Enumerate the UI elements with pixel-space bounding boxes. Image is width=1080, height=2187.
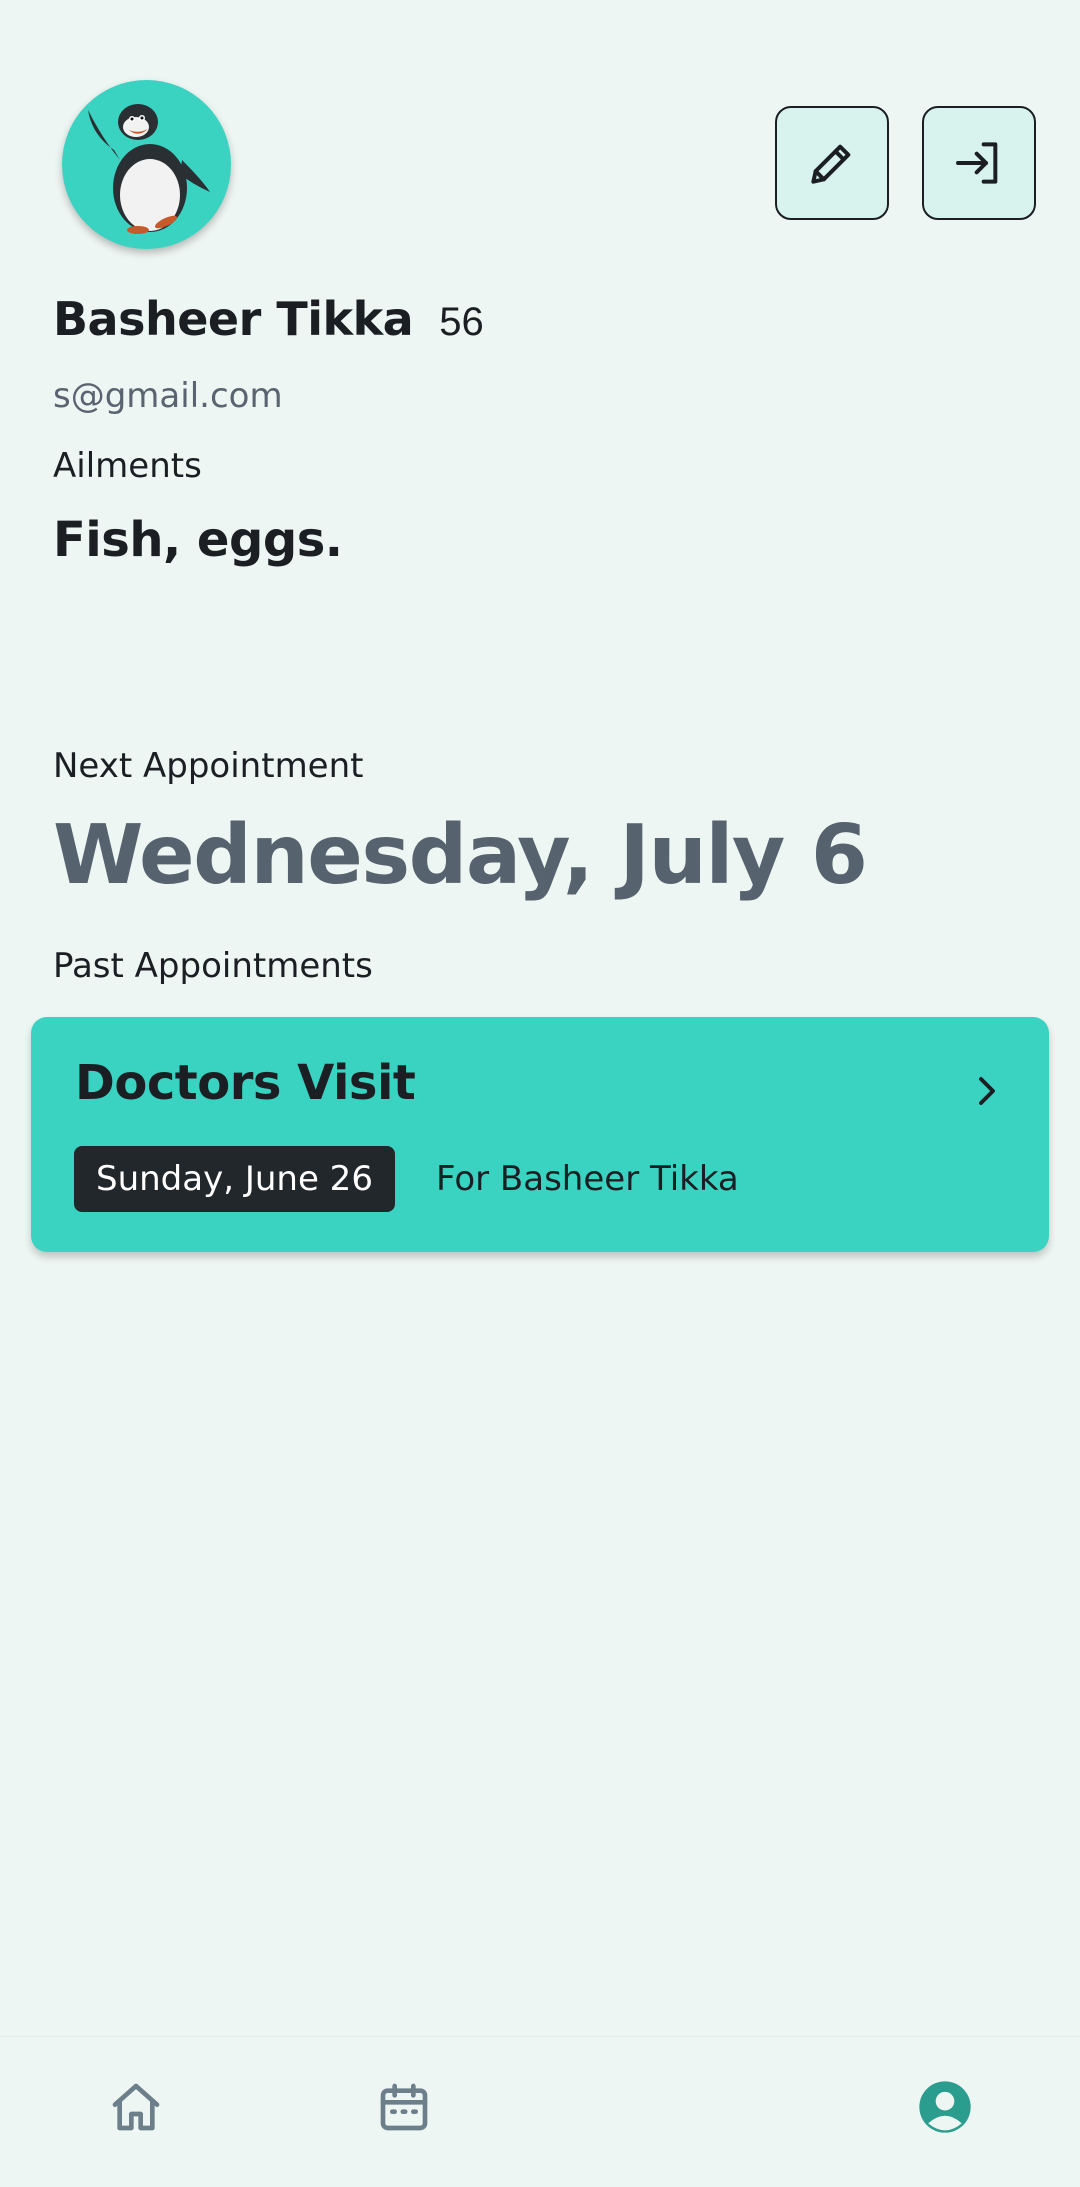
calendar-icon bbox=[380, 2083, 428, 2131]
appointment-date-badge: Sunday, June 26 bbox=[74, 1146, 395, 1212]
logout-button[interactable] bbox=[922, 106, 1036, 220]
appointment-patient: For Basheer Tikka bbox=[436, 1159, 739, 1199]
appointment-title: Doctors Visit bbox=[75, 1055, 416, 1111]
penguin-avatar bbox=[88, 104, 210, 234]
next-appointment-label: Next Appointment bbox=[53, 746, 364, 786]
past-appointment-card[interactable]: Doctors Visit Sunday, June 26 For Bashee… bbox=[31, 1017, 1049, 1252]
nav-profile[interactable] bbox=[917, 2079, 973, 2135]
ailments-label: Ailments bbox=[53, 446, 202, 486]
edit-profile-button[interactable] bbox=[775, 106, 889, 220]
nav-home[interactable] bbox=[108, 2079, 164, 2135]
profile-name: Basheer Tikka bbox=[53, 292, 414, 346]
sign-in-arrow-icon bbox=[956, 142, 998, 184]
profile-email: s@gmail.com bbox=[53, 376, 283, 416]
profile-avatar[interactable] bbox=[62, 80, 231, 249]
profile-header: Basheer Tikka 56 bbox=[53, 292, 484, 346]
home-icon bbox=[112, 2083, 160, 2131]
bottom-navigation bbox=[0, 2036, 1080, 2187]
nav-calendar[interactable] bbox=[376, 2079, 432, 2135]
pencil-icon bbox=[811, 144, 851, 184]
profile-icon bbox=[919, 2081, 971, 2133]
profile-age: 56 bbox=[439, 300, 484, 344]
chevron-right-icon bbox=[979, 1077, 995, 1105]
ailments-value: Fish, eggs. bbox=[53, 512, 343, 568]
next-appointment-date: Wednesday, July 6 bbox=[53, 808, 868, 903]
past-appointments-label: Past Appointments bbox=[53, 946, 373, 986]
